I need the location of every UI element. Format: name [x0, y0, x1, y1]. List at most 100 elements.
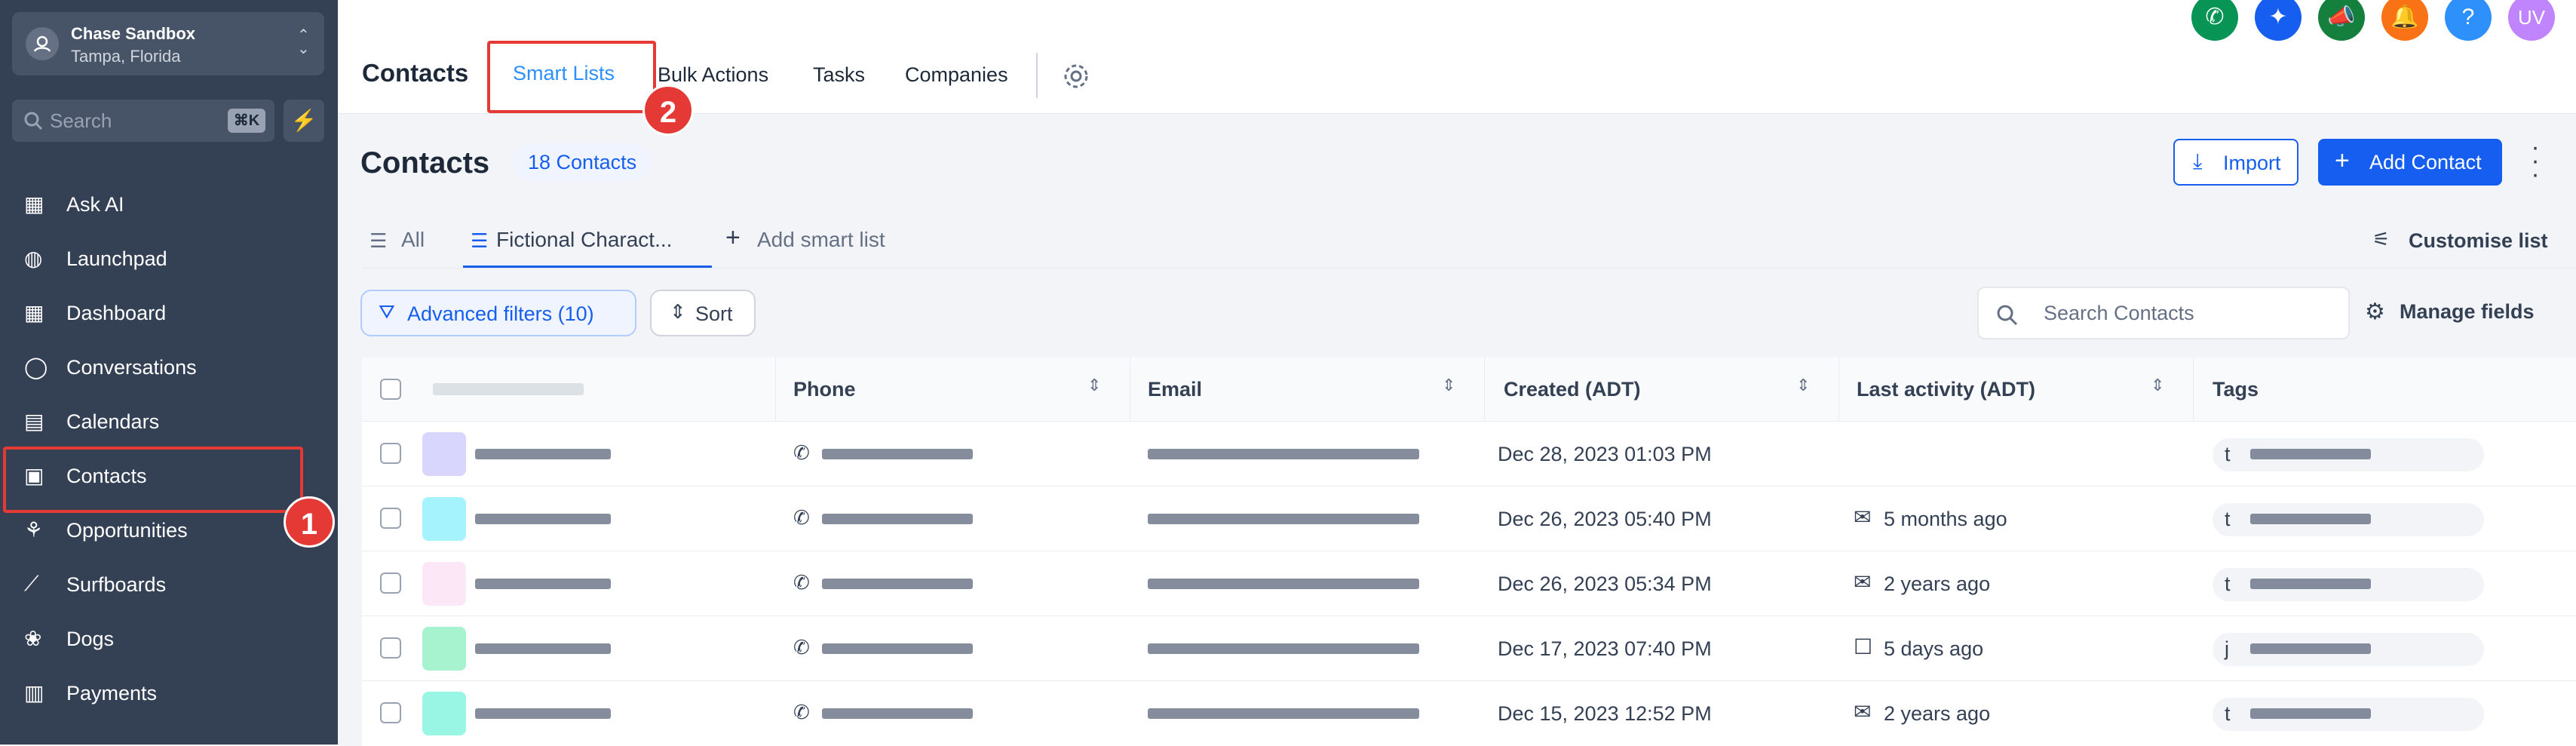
tab-companies[interactable]: Companies [905, 63, 1008, 87]
more-icon[interactable]: · · · [2528, 134, 2543, 187]
created-date: Dec 26, 2023 05:34 PM [1498, 573, 1712, 595]
row-checkbox[interactable] [380, 573, 401, 594]
created-date: Dec 26, 2023 05:40 PM [1498, 508, 1712, 530]
phone-icon: ✆ [793, 571, 810, 594]
advanced-filters-label: Advanced filters (10) [407, 302, 594, 325]
contact-name-redacted [475, 514, 611, 524]
add-smart-list[interactable]: + Add smart list [724, 223, 905, 269]
sort-caret-icon[interactable]: ⇕ [2151, 376, 2164, 395]
account-switcher[interactable]: Chase Sandbox Tampa, Florida ⌃ ⌄ [12, 12, 324, 75]
row-checkbox[interactable] [380, 702, 401, 723]
sort-caret-icon[interactable]: ⇕ [1087, 376, 1101, 395]
tag-initial: t [2225, 702, 2231, 725]
contact-name-redacted [475, 449, 611, 459]
ai-button[interactable]: ✦ [2255, 0, 2302, 41]
table-row[interactable]: ✆ Dec 28, 2023 01:03 PM t [362, 421, 2576, 487]
phone-redacted [822, 579, 973, 589]
sidebar-item-label: Dashboard [66, 302, 167, 324]
mail-icon: ✉ [1854, 570, 1872, 594]
list-tab-all[interactable]: ☰ All [362, 223, 430, 269]
tab-bulk-actions[interactable]: Bulk Actions [658, 63, 768, 87]
email-redacted [1148, 579, 1419, 589]
tag-redacted [2250, 579, 2371, 589]
sidebar-item-launchpad[interactable]: ◍ Launchpad [12, 237, 302, 282]
sliders-icon: ⚟ [2372, 228, 2390, 250]
list-tab-fictional[interactable]: ☰ Fictional Charact... [463, 223, 712, 269]
grid-icon: ▦ [24, 192, 44, 216]
table-row[interactable]: ✆ Dec 17, 2023 07:40 PM ☐ 5 days ago j [362, 616, 2576, 681]
sidebar-item-ask-ai[interactable]: ▦ Ask AI [12, 183, 302, 228]
user-avatar[interactable]: UV [2508, 0, 2555, 41]
sort-label: Sort [695, 302, 733, 325]
search-contacts-input[interactable]: Search Contacts [1977, 287, 2350, 339]
sidebar-item-surfboards[interactable]: ⟋ Surfboards [12, 563, 302, 608]
email-redacted [1148, 708, 1419, 719]
tag-initial: t [2225, 508, 2231, 530]
announcement-button[interactable]: 📣 [2318, 0, 2365, 41]
customise-list-button[interactable]: ⚟ Customise list [2372, 226, 2561, 256]
tag-redacted [2250, 643, 2371, 654]
column-header-phone[interactable]: Phone [793, 358, 856, 421]
table-row[interactable]: ✆ Dec 26, 2023 05:34 PM ✉ 2 years ago t [362, 551, 2576, 616]
manage-fields-button[interactable]: ⚙ Manage fields [2365, 296, 2553, 332]
contact-name-redacted [475, 643, 611, 654]
search-icon [1997, 305, 2018, 326]
column-header-created[interactable]: Created (ADT) [1504, 358, 1641, 421]
phone-button[interactable]: ✆ [2191, 0, 2238, 41]
list-icon: ☰ [471, 229, 489, 252]
sidebar-item-dashboard[interactable]: ▦ Dashboard [12, 291, 302, 336]
sort-button[interactable]: ⇕ Sort [650, 290, 756, 336]
select-all-checkbox[interactable] [380, 379, 401, 400]
list-tab-fictional-label: Fictional Charact... [496, 228, 673, 251]
sort-caret-icon[interactable]: ⇕ [1796, 376, 1810, 395]
sidebar-item-label: Opportunities [66, 519, 188, 542]
phone-redacted [822, 643, 973, 654]
table-row[interactable]: ✆ Dec 15, 2023 12:52 PM ✉ 2 years ago t [362, 680, 2576, 746]
row-checkbox[interactable] [380, 443, 401, 464]
phone-redacted [822, 514, 973, 524]
column-header-last-activity[interactable]: Last activity (ADT) [1857, 358, 2035, 421]
table-row[interactable]: ✆ Dec 26, 2023 05:40 PM ✉ 5 months ago t [362, 486, 2576, 551]
sidebar-item-payments[interactable]: ▥ Payments [12, 671, 302, 717]
dog-icon: ❀ [24, 627, 42, 650]
row-checkbox[interactable] [380, 508, 401, 529]
list-tab-all-label: All [401, 228, 425, 251]
bolt-icon: ⚡ [290, 109, 317, 132]
column-header-tags[interactable]: Tags [2213, 358, 2259, 421]
advanced-filters-button[interactable]: ⛛ Advanced filters (10) [360, 290, 636, 336]
sidebar-item-conversations[interactable]: ◯ Conversations [12, 345, 302, 391]
row-checkbox[interactable] [380, 637, 401, 659]
add-contact-button[interactable]: + Add Contact [2318, 139, 2502, 186]
column-header-email[interactable]: Email [1148, 358, 1202, 421]
bell-icon: 🔔 [2390, 5, 2419, 29]
sidebar-item-opportunities[interactable]: ⚘ Opportunities [12, 508, 302, 554]
chat-icon: ◯ [24, 355, 48, 379]
sidebar-search[interactable]: Search ⌘K [12, 100, 274, 142]
sidebar-item-dogs[interactable]: ❀ Dogs [12, 617, 302, 662]
tag-initial: t [2225, 573, 2231, 595]
mail-icon: ✉ [1854, 700, 1872, 723]
import-button[interactable]: ⤓ Import [2173, 139, 2298, 186]
gear-icon[interactable] [1062, 62, 1090, 91]
avatar [422, 692, 466, 735]
search-shortcut: ⌘K [228, 109, 265, 133]
notifications-button[interactable]: 🔔 [2381, 0, 2428, 41]
sidebar-item-label: Dogs [66, 628, 115, 650]
tab-tasks[interactable]: Tasks [813, 63, 865, 87]
sort-caret-icon[interactable]: ⇕ [1442, 376, 1455, 395]
email-redacted [1148, 449, 1419, 459]
search-icon [24, 112, 43, 130]
avatar [422, 432, 466, 476]
opportunities-icon: ⚘ [24, 518, 44, 542]
add-contact-label: Add Contact [2369, 151, 2482, 173]
sidebar-item-calendars[interactable]: ▤ Calendars [12, 400, 302, 445]
bolt-button[interactable]: ⚡ [284, 100, 324, 142]
phone-icon: ✆ [2205, 5, 2225, 29]
help-button[interactable]: ? [2445, 0, 2492, 41]
plus-icon: + [725, 223, 741, 252]
location-icon [26, 27, 59, 60]
payments-icon: ▥ [24, 681, 44, 705]
plus-icon: + [2335, 146, 2350, 175]
dashboard-icon: ▦ [24, 301, 44, 324]
phone-icon: ✆ [793, 506, 810, 529]
